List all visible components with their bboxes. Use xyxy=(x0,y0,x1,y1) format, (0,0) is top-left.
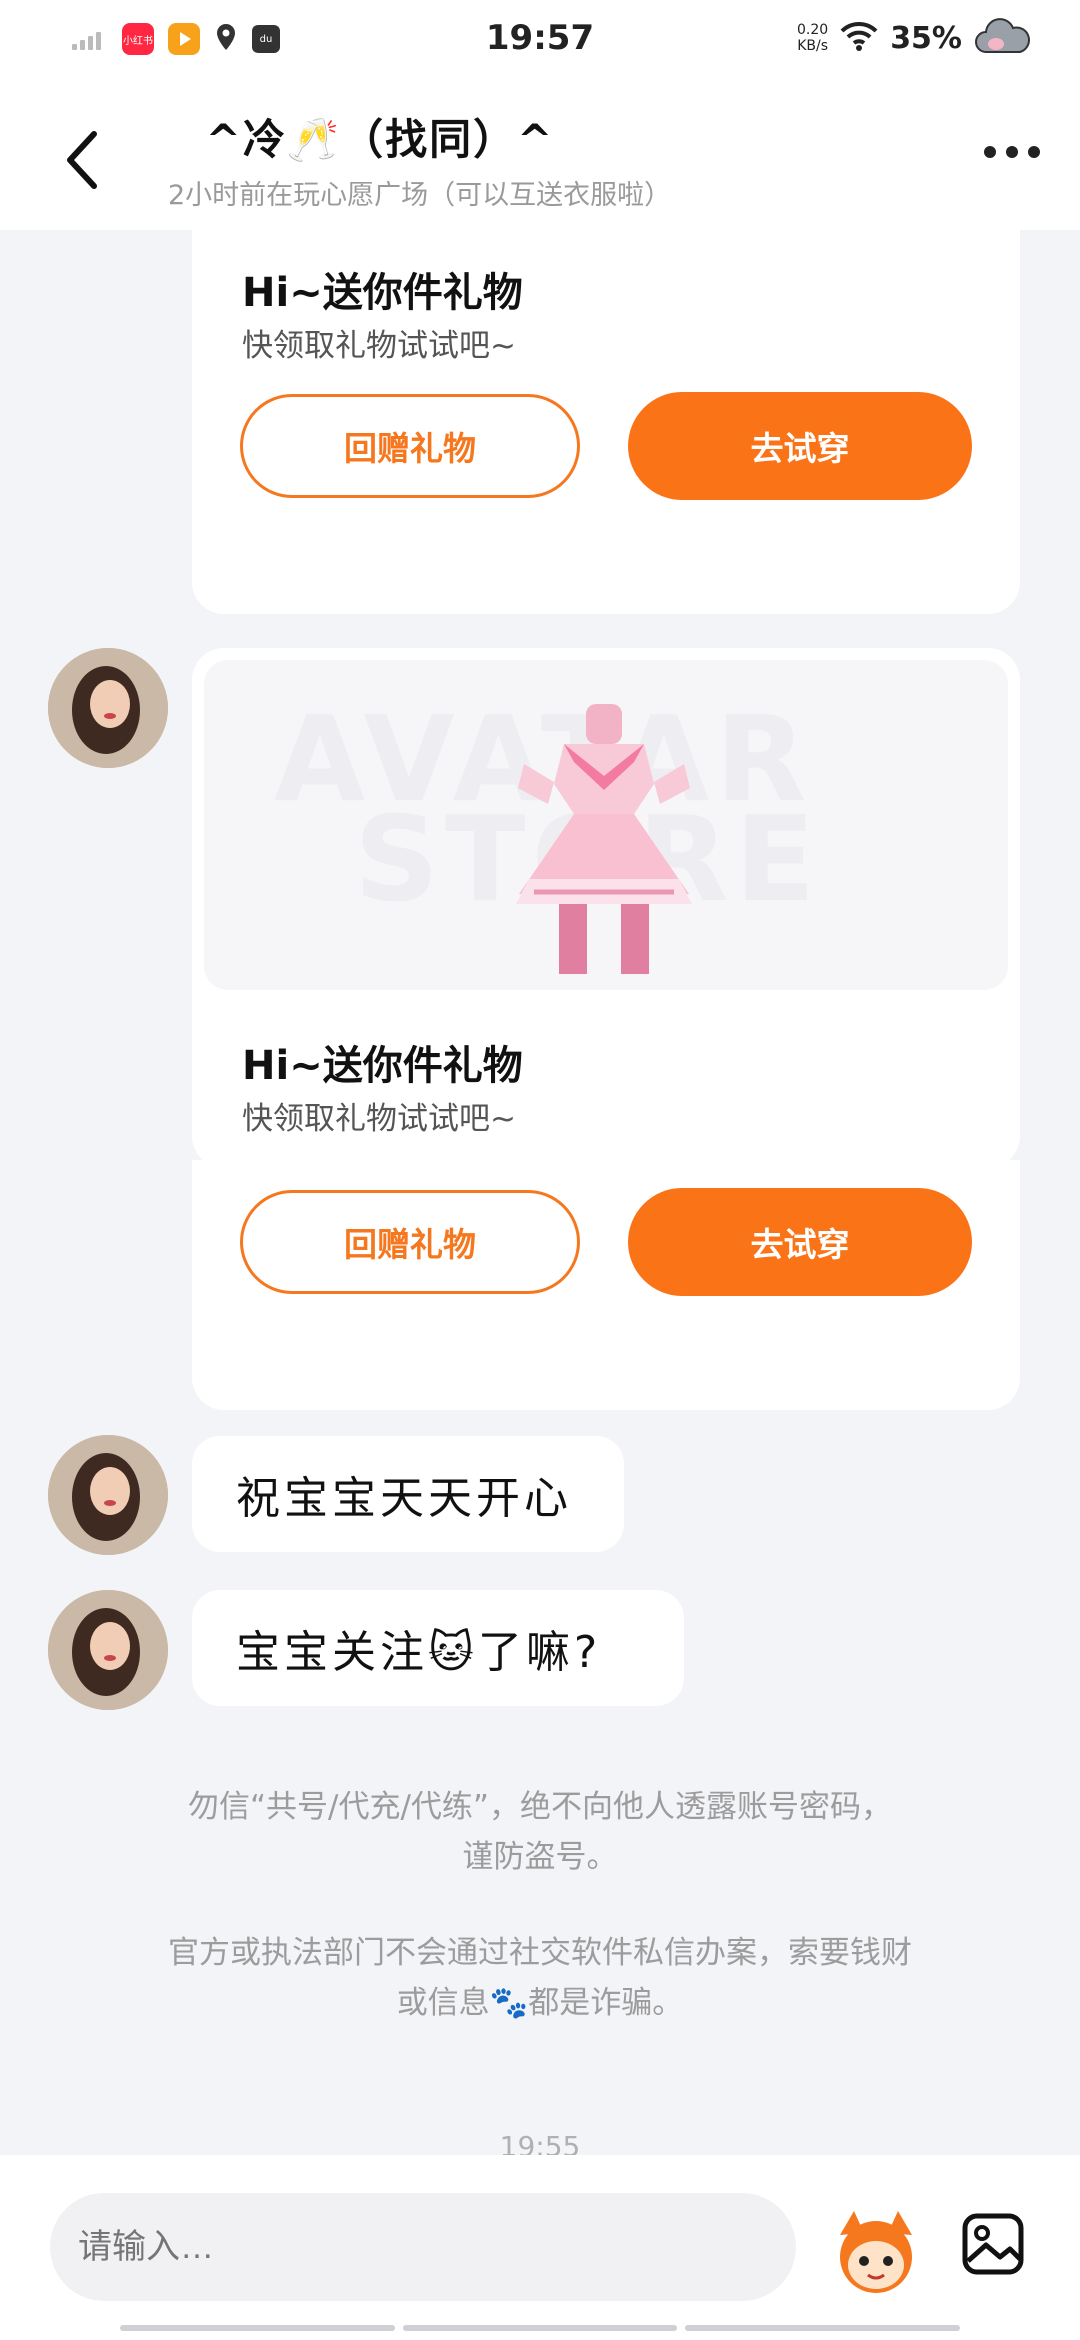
gift-card-subtitle: 快领取礼物试试吧~ xyxy=(242,328,516,364)
network-speed-value: 0.20 xyxy=(797,22,829,38)
try-on-button[interactable]: 去试穿 xyxy=(628,1188,972,1296)
notice-line: 官方或执法部门不会通过社交软件私信办案，索要钱财 xyxy=(168,1935,912,1971)
notice-line: 谨防盗号。 xyxy=(462,1839,618,1875)
contact-activity: 2小时前在玩心愿广场（可以互送衣服啦） xyxy=(168,180,672,211)
chat-header: ^冷🥂（找同）^ 2小时前在玩心愿广场（可以互送衣服啦） xyxy=(0,84,1080,230)
message-list[interactable]: Hi~送你件礼物 快领取礼物试试吧~ 回赠礼物 去试穿 AVATAR STORE xyxy=(0,230,1080,2155)
cloud-icon xyxy=(974,18,1032,58)
security-notice: 勿信“共号/代充/代练”，绝不向他人透露账号密码， 谨防盗号。 xyxy=(90,1782,990,1882)
gift-card: Hi~送你件礼物 快领取礼物试试吧~ 回赠礼物 去试穿 xyxy=(192,230,1020,614)
gift-card-title: Hi~送你件礼物 xyxy=(242,270,523,316)
network-speed: 0.20 KB/s xyxy=(797,22,828,54)
gift-card-subtitle: 快领取礼物试试吧~ xyxy=(242,1101,516,1137)
message-timestamp: 19:55 xyxy=(499,2130,581,2155)
message-input[interactable] xyxy=(50,2193,796,2301)
message-bubble[interactable]: 宝宝关注🐱了嘛? xyxy=(192,1590,684,1706)
status-bar: 小红书 du 19:57 0.20 KB/s 35% xyxy=(0,0,1080,84)
avatar[interactable] xyxy=(48,648,168,768)
gift-card-actions: 回赠礼物 去试穿 xyxy=(192,1160,1020,1410)
message-bubble[interactable]: 祝宝宝天天开心 xyxy=(192,1436,624,1552)
more-options-button[interactable] xyxy=(984,146,1040,158)
notice-line: 勿信“共号/代充/代练”，绝不向他人透露账号密码， xyxy=(187,1789,892,1825)
sticker-button[interactable] xyxy=(830,2205,922,2297)
contact-name: ^冷🥂（找同）^ xyxy=(205,115,555,164)
input-bar xyxy=(0,2155,1080,2340)
gift-card-title: Hi~送你件礼物 xyxy=(242,1043,523,1089)
gift-card: AVATAR STORE Hi~送你件礼物 快领取礼物试试吧~ xyxy=(192,648,1020,1168)
dress-icon xyxy=(516,704,692,974)
dot-icon xyxy=(1006,146,1018,158)
dot-icon xyxy=(984,146,996,158)
system-nav-bar xyxy=(120,2325,961,2331)
battery-level: 35% xyxy=(890,20,962,56)
image-picker-button[interactable] xyxy=(960,2211,1026,2277)
chat-title-block[interactable]: ^冷🥂（找同）^ 2小时前在玩心愿广场（可以互送衣服啦） xyxy=(160,106,940,212)
try-on-button[interactable]: 去试穿 xyxy=(628,392,972,500)
notice-line: 或信息🐾都是诈骗。 xyxy=(396,1985,684,2021)
dot-icon xyxy=(1028,146,1040,158)
image-icon xyxy=(962,2213,1024,2275)
gift-image[interactable]: AVATAR STORE xyxy=(204,660,1008,990)
avatar[interactable] xyxy=(48,1435,168,1555)
network-speed-unit: KB/s xyxy=(797,38,828,54)
mascot-icon xyxy=(840,2211,912,2293)
avatar[interactable] xyxy=(48,1590,168,1710)
return-gift-button[interactable]: 回赠礼物 xyxy=(240,1190,580,1294)
return-gift-button[interactable]: 回赠礼物 xyxy=(240,394,580,498)
fraud-notice: 官方或执法部门不会通过社交软件私信办案，索要钱财 或信息🐾都是诈骗。 xyxy=(90,1928,990,2028)
chevron-left-icon xyxy=(67,131,97,189)
back-button[interactable] xyxy=(58,124,108,194)
wifi-icon xyxy=(840,21,878,55)
